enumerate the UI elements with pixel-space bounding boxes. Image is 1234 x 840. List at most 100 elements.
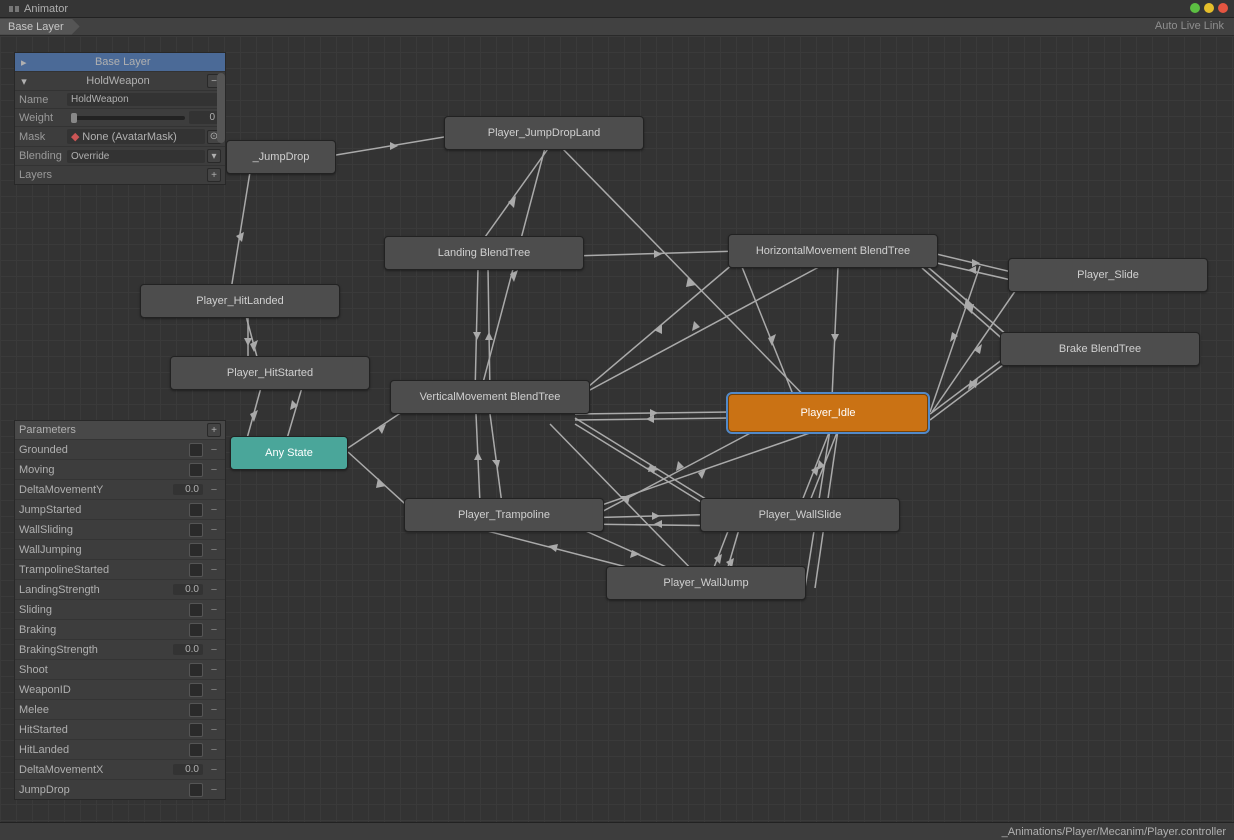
parameter-name: WeaponID — [19, 684, 189, 696]
dropdown-chevron-icon[interactable]: ▾ — [207, 149, 221, 163]
breadcrumb[interactable]: Base Layer — [0, 18, 80, 35]
layer-active-item[interactable]: ▸ Base Layer — [15, 53, 225, 71]
parameter-row[interactable]: HitLanded − — [15, 739, 225, 759]
parameter-row[interactable]: TrampolineStarted− — [15, 559, 225, 579]
state-node-jumpdropland[interactable]: Player_JumpDropLand — [444, 116, 644, 150]
parameter-row[interactable]: LandingStrength0.0− — [15, 579, 225, 599]
parameter-row[interactable]: WallJumping − — [15, 539, 225, 559]
parameter-checkbox[interactable] — [189, 723, 203, 737]
parameter-checkbox[interactable] — [189, 663, 203, 677]
parameter-remove-button[interactable]: − — [207, 504, 221, 516]
parameter-remove-button[interactable]: − — [207, 744, 221, 756]
close-dot-icon[interactable] — [1218, 3, 1228, 13]
parameter-row[interactable]: WeaponID − — [15, 679, 225, 699]
parameter-row[interactable]: DeltaMovementX0.0− — [15, 759, 225, 779]
state-node-slide[interactable]: Player_Slide — [1008, 258, 1208, 292]
titlebar: Animator — [0, 0, 1234, 18]
parameter-checkbox[interactable] — [189, 683, 203, 697]
name-label: Name — [19, 94, 67, 106]
parameter-remove-button[interactable]: − — [207, 464, 221, 476]
state-graph[interactable]: _JumpDrop Player_JumpDropLand Landing Bl… — [0, 36, 1234, 822]
parameter-row[interactable]: BrakingStrength0.0− — [15, 639, 225, 659]
parameter-remove-button[interactable]: − — [207, 644, 221, 656]
parameter-name: WallJumping — [19, 544, 189, 556]
parameter-remove-button[interactable]: − — [207, 704, 221, 716]
parameter-remove-button[interactable]: − — [207, 584, 221, 596]
parameter-remove-button[interactable]: − — [207, 564, 221, 576]
parameter-value-field[interactable]: 0.0 — [173, 644, 203, 655]
parameter-name: Moving — [19, 464, 189, 476]
weight-field[interactable]: 0 — [189, 111, 219, 124]
parameter-checkbox[interactable] — [189, 443, 203, 457]
parameter-row[interactable]: Moving − — [15, 459, 225, 479]
state-node-anystate[interactable]: Any State — [230, 436, 348, 470]
parameter-checkbox[interactable] — [189, 543, 203, 557]
state-node-hmove-blendtree[interactable]: HorizontalMovement BlendTree — [728, 234, 938, 268]
state-node-wallslide[interactable]: Player_WallSlide — [700, 498, 900, 532]
parameter-remove-button[interactable]: − — [207, 484, 221, 496]
parameter-row[interactable]: Melee− — [15, 699, 225, 719]
parameter-checkbox[interactable] — [189, 623, 203, 637]
play-icon: ▸ — [21, 56, 27, 69]
parameter-row[interactable]: WallSliding− — [15, 519, 225, 539]
parameter-row[interactable]: Sliding− — [15, 599, 225, 619]
parameter-remove-button[interactable]: − — [207, 724, 221, 736]
parameter-checkbox[interactable] — [189, 523, 203, 537]
parameter-row[interactable]: Grounded− — [15, 439, 225, 459]
parameter-row[interactable]: Braking − — [15, 619, 225, 639]
parameter-row[interactable]: DeltaMovementY0.0− — [15, 479, 225, 499]
parameter-remove-button[interactable]: − — [207, 764, 221, 776]
parameter-remove-button[interactable]: − — [207, 664, 221, 676]
parameter-remove-button[interactable]: − — [207, 444, 221, 456]
parameter-remove-button[interactable]: − — [207, 624, 221, 636]
mask-field[interactable]: ◆ None (AvatarMask) — [67, 129, 205, 144]
parameter-remove-button[interactable]: − — [207, 544, 221, 556]
state-node-hitstarted[interactable]: Player_HitStarted — [170, 356, 370, 390]
state-node-landing-blendtree[interactable]: Landing BlendTree — [384, 236, 584, 270]
scrollbar-thumb[interactable] — [217, 73, 225, 143]
parameter-value-field[interactable]: 0.0 — [173, 584, 203, 595]
parameter-checkbox[interactable] — [189, 463, 203, 477]
parameter-row[interactable]: Shoot− — [15, 659, 225, 679]
blending-dropdown[interactable]: Override — [67, 150, 205, 163]
parameter-remove-button[interactable]: − — [207, 684, 221, 696]
parameter-remove-button[interactable]: − — [207, 524, 221, 536]
parameter-checkbox[interactable] — [189, 503, 203, 517]
parameter-value-field[interactable]: 0.0 — [173, 764, 203, 775]
parameters-title: Parameters — [19, 424, 76, 436]
breadcrumb-base-layer[interactable]: Base Layer — [0, 19, 80, 35]
window-title: Animator — [24, 3, 68, 15]
minimize-dot-icon[interactable] — [1204, 3, 1214, 13]
parameter-name: HitLanded — [19, 744, 189, 756]
window-controls — [1190, 3, 1228, 13]
layer-item-holdweapon[interactable]: ▾ HoldWeapon − — [15, 71, 225, 90]
parameter-remove-button[interactable]: − — [207, 604, 221, 616]
parameter-row[interactable]: JumpStarted− — [15, 499, 225, 519]
parameter-row[interactable]: HitStarted− — [15, 719, 225, 739]
name-field[interactable]: HoldWeapon — [67, 93, 219, 106]
state-node-brake-blendtree[interactable]: Brake BlendTree — [1000, 332, 1200, 366]
add-parameter-button[interactable]: + — [207, 423, 221, 437]
foldout-icon[interactable]: ▾ — [19, 75, 29, 88]
parameter-checkbox[interactable] — [189, 703, 203, 717]
auto-live-link-button[interactable]: Auto Live Link — [1145, 18, 1234, 35]
parameter-checkbox[interactable] — [189, 783, 203, 797]
parameter-checkbox[interactable] — [189, 743, 203, 757]
parameter-checkbox[interactable] — [189, 563, 203, 577]
state-node-jumpdrop[interactable]: _JumpDrop — [226, 140, 336, 174]
add-layer-button[interactable]: + — [207, 168, 221, 182]
state-node-walljump[interactable]: Player_WallJump — [606, 566, 806, 600]
weight-slider[interactable] — [71, 116, 185, 120]
state-node-hitlanded[interactable]: Player_HitLanded — [140, 284, 340, 318]
parameter-row[interactable]: JumpDrop − — [15, 779, 225, 799]
maximize-dot-icon[interactable] — [1190, 3, 1200, 13]
layer-blending-row: Blending Override ▾ — [15, 146, 225, 165]
parameter-remove-button[interactable]: − — [207, 784, 221, 796]
parameter-value-field[interactable]: 0.0 — [173, 484, 203, 495]
parameter-checkbox[interactable] — [189, 603, 203, 617]
parameter-name: JumpDrop — [19, 784, 189, 796]
state-node-trampoline[interactable]: Player_Trampoline — [404, 498, 604, 532]
parameter-name: Braking — [19, 624, 189, 636]
state-node-vmove-blendtree[interactable]: VerticalMovement BlendTree — [390, 380, 590, 414]
state-node-idle[interactable]: Player_Idle — [728, 394, 928, 432]
